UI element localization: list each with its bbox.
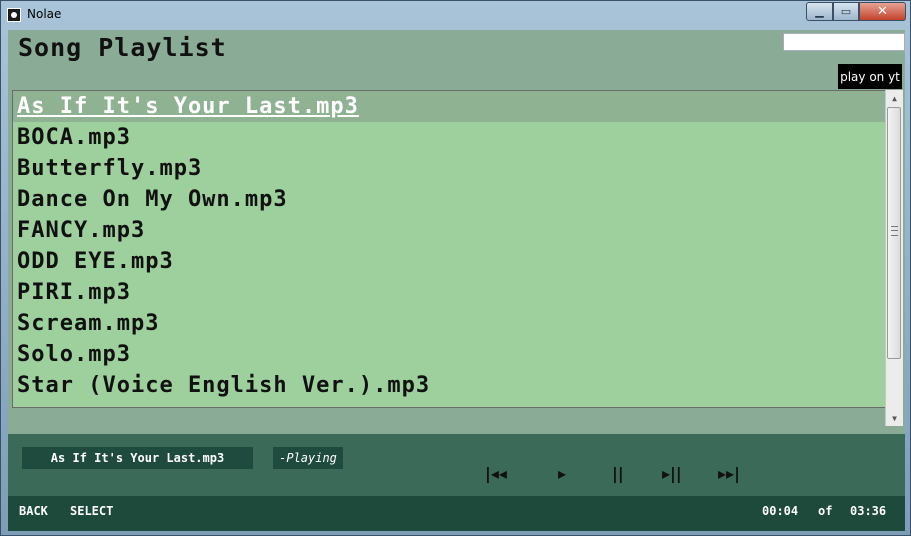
next-button[interactable]: ▸|| (662, 464, 682, 483)
scroll-up-button[interactable]: ▲ (886, 90, 903, 106)
list-item[interactable]: BOCA.mp3 (13, 122, 886, 153)
close-icon: ✕ (877, 4, 888, 19)
playlist-panel: Song Playlist play on yt As If It's Your… (8, 30, 905, 434)
window-title: Nolae (27, 7, 62, 21)
footer-bar: BACK SELECT 00:04 of 03:36 (8, 496, 905, 531)
list-item[interactable]: ODD EYE.mp3 (13, 246, 886, 277)
list-item[interactable]: Solo.mp3 (13, 339, 886, 370)
list-item[interactable]: Dance On My Own.mp3 (13, 184, 886, 215)
playlist-scrollbar[interactable]: ▲ ▼ (885, 90, 903, 426)
list-item[interactable]: As If It's Your Last.mp3 (13, 91, 886, 122)
list-item[interactable]: FANCY.mp3 (13, 215, 886, 246)
list-item[interactable]: Star (Voice English Ver.).mp3 (13, 370, 886, 401)
chevron-up-icon: ▲ (892, 93, 897, 103)
play-status-badge: -Playing (273, 447, 343, 469)
close-button[interactable]: ✕ (859, 2, 906, 21)
client-area: Song Playlist play on yt As If It's Your… (8, 30, 905, 531)
chevron-down-icon: ▼ (892, 413, 897, 423)
page-title: Song Playlist (18, 33, 227, 62)
minimize-button[interactable]: ▁ (806, 2, 833, 21)
grip-icon (891, 226, 898, 236)
scroll-thumb[interactable] (887, 107, 901, 359)
previous-button[interactable]: |◂◂ (485, 464, 507, 483)
title-bar[interactable]: Nolae ▁ ▭ ✕ (1, 1, 910, 29)
minimize-icon: ▁ (815, 5, 824, 18)
play-on-youtube-button[interactable]: play on yt (838, 64, 902, 89)
scroll-down-button[interactable]: ▼ (886, 410, 903, 426)
current-time: 00:04 (762, 504, 799, 518)
app-icon (7, 8, 21, 22)
pause-button[interactable]: || (612, 464, 624, 483)
time-separator: of (818, 504, 833, 518)
playlist-list[interactable]: As If It's Your Last.mp3 BOCA.mp3 Butter… (12, 90, 887, 408)
maximize-button[interactable]: ▭ (833, 2, 859, 21)
select-button[interactable]: SELECT (70, 504, 113, 518)
play-button[interactable]: ▸ (558, 464, 566, 483)
list-item[interactable]: Butterfly.mp3 (13, 153, 886, 184)
list-item[interactable]: Scream.mp3 (13, 308, 886, 339)
total-time: 03:36 (850, 504, 887, 518)
app-window: Nolae ▁ ▭ ✕ Song Playlist play on yt As … (0, 0, 911, 536)
maximize-icon: ▭ (840, 5, 852, 18)
now-playing-label: As If It's Your Last.mp3 (22, 447, 253, 469)
back-button[interactable]: BACK (19, 504, 48, 518)
list-item[interactable]: PIRI.mp3 (13, 277, 886, 308)
search-input[interactable] (783, 33, 905, 51)
fast-forward-button[interactable]: ▸▸| (718, 464, 740, 483)
player-bar: As If It's Your Last.mp3 -Playing |◂◂ ▸ … (8, 434, 905, 496)
